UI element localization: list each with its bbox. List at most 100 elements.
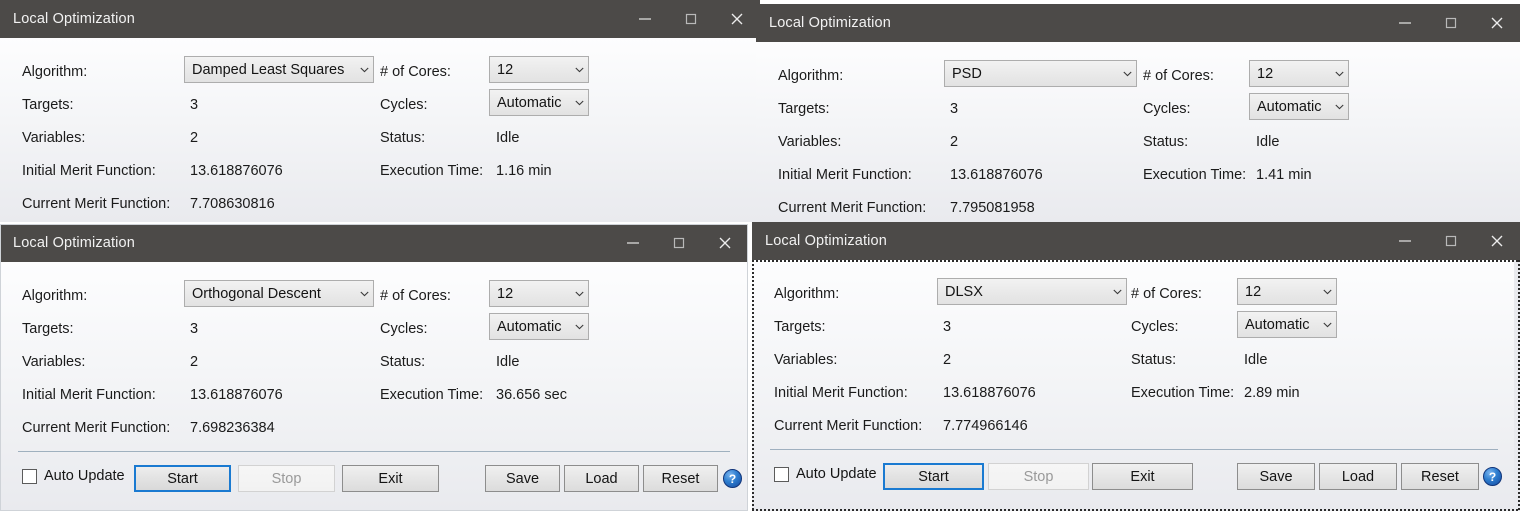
cycles-dropdown[interactable]: Automatic — [1249, 93, 1349, 120]
targets-label: Targets: — [22, 320, 74, 337]
variables-value: 2 — [190, 129, 199, 146]
load-button[interactable]: Load — [1319, 463, 1397, 490]
row-variables: Variables: 2 Status: Idle — [0, 345, 748, 378]
minimize-icon[interactable] — [1382, 4, 1428, 42]
current-merit-label: Current Merit Function: — [22, 419, 171, 436]
execution-time-value: 1.16 min — [496, 162, 552, 179]
execution-time-value: 2.89 min — [1244, 384, 1300, 401]
caption-buttons — [610, 224, 748, 262]
close-icon[interactable] — [1474, 222, 1520, 260]
variables-value: 2 — [950, 133, 959, 150]
row-targets: Targets: 3 Cycles: Automatic — [756, 92, 1520, 125]
row-targets: Targets: 3 Cycles: Automatic — [752, 310, 1520, 343]
initial-merit-value: 13.618876076 — [190, 386, 283, 403]
minimize-icon[interactable] — [1382, 222, 1428, 260]
start-button[interactable]: Start — [883, 463, 984, 490]
help-icon[interactable]: ? — [723, 469, 742, 488]
cores-dropdown[interactable]: 12 — [1249, 60, 1349, 87]
vertical-scrollbar[interactable] — [1514, 260, 1520, 511]
auto-update-checkbox-wrap[interactable]: Auto Update — [22, 468, 125, 484]
window-top-right[interactable]: Local Optimization Algorithm: PSD # of C… — [756, 4, 1520, 222]
reset-button[interactable]: Reset — [1401, 463, 1479, 490]
algorithm-dropdown-value: PSD — [952, 65, 982, 82]
cycles-label: Cycles: — [380, 96, 428, 113]
auto-update-checkbox[interactable] — [774, 466, 789, 482]
stop-button[interactable]: Stop — [988, 463, 1089, 490]
maximize-icon[interactable] — [1428, 222, 1474, 260]
cycles-dropdown[interactable]: Automatic — [489, 89, 589, 116]
footer-bottom-right: Auto Update Start Stop Exit Save Load Re… — [752, 449, 1520, 511]
window-title: Local Optimization — [765, 233, 887, 249]
window-body-bottom-right: Algorithm: DLSX # of Cores: 12 Targets: … — [752, 260, 1520, 511]
titlebar-top-left[interactable]: Local Optimization — [0, 0, 760, 38]
execution-time-value: 1.41 min — [1256, 166, 1312, 183]
status-label: Status: — [1131, 351, 1177, 368]
save-button[interactable]: Save — [485, 465, 560, 492]
maximize-icon[interactable] — [668, 0, 714, 38]
current-merit-value: 7.795081958 — [950, 199, 1035, 216]
initial-merit-label: Initial Merit Function: — [774, 384, 908, 401]
titlebar-bottom-right[interactable]: Local Optimization — [752, 222, 1520, 260]
cores-dropdown[interactable]: 12 — [1237, 278, 1337, 305]
cores-dropdown-value: 12 — [1257, 65, 1274, 82]
auto-update-checkbox-wrap[interactable]: Auto Update — [774, 466, 877, 482]
help-icon[interactable]: ? — [1483, 467, 1502, 486]
row-initial-merit: Initial Merit Function: 13.618876076 Exe… — [0, 378, 748, 411]
cycles-dropdown-value: Automatic — [1257, 98, 1322, 115]
cores-dropdown[interactable]: 12 — [489, 280, 589, 307]
stop-button[interactable]: Stop — [238, 465, 335, 492]
titlebar-top-right[interactable]: Local Optimization — [756, 4, 1520, 42]
caption-buttons — [622, 0, 760, 38]
window-bottom-left[interactable]: Local Optimization Algorithm: Orthogonal… — [0, 224, 748, 511]
optimization-form: Algorithm: Orthogonal Descent # of Cores… — [0, 262, 748, 444]
algorithm-dropdown[interactable]: Orthogonal Descent — [184, 280, 374, 307]
auto-update-checkbox[interactable] — [22, 468, 37, 484]
start-button[interactable]: Start — [134, 465, 231, 492]
cores-dropdown[interactable]: 12 — [489, 56, 589, 83]
exit-button-label: Exit — [1130, 468, 1155, 485]
cores-label: # of Cores: — [380, 63, 451, 80]
maximize-icon[interactable] — [1428, 4, 1474, 42]
load-button[interactable]: Load — [564, 465, 639, 492]
row-algorithm: Algorithm: DLSX # of Cores: 12 — [752, 277, 1520, 310]
cores-dropdown-value: 12 — [1245, 283, 1262, 300]
current-merit-label: Current Merit Function: — [22, 195, 171, 212]
row-variables: Variables: 2 Status: Idle — [752, 343, 1520, 376]
initial-merit-label: Initial Merit Function: — [778, 166, 912, 183]
variables-label: Variables: — [778, 133, 842, 150]
window-top-left[interactable]: Local Optimization Algorithm: Damped Lea… — [0, 0, 760, 222]
window-body-bottom-left: Algorithm: Orthogonal Descent # of Cores… — [0, 262, 748, 511]
help-icon-glyph: ? — [728, 471, 737, 486]
footer-bottom-left: Auto Update Start Stop Exit Save Load Re… — [0, 451, 748, 511]
algorithm-dropdown[interactable]: PSD — [944, 60, 1137, 87]
close-icon[interactable] — [1474, 4, 1520, 42]
save-button[interactable]: Save — [1237, 463, 1315, 490]
exit-button[interactable]: Exit — [342, 465, 439, 492]
execution-time-value: 36.656 sec — [496, 386, 567, 403]
variables-value: 2 — [190, 353, 199, 370]
cycles-dropdown[interactable]: Automatic — [489, 313, 589, 340]
algorithm-label: Algorithm: — [778, 67, 844, 84]
titlebar-bottom-left[interactable]: Local Optimization — [0, 224, 748, 262]
variables-label: Variables: — [22, 129, 86, 146]
algorithm-dropdown[interactable]: Damped Least Squares — [184, 56, 374, 83]
row-variables: Variables: 2 Status: Idle — [0, 121, 760, 154]
help-icon-glyph: ? — [1488, 469, 1497, 484]
chevron-down-icon — [570, 324, 588, 330]
initial-merit-value: 13.618876076 — [190, 162, 283, 179]
initial-merit-label: Initial Merit Function: — [22, 162, 156, 179]
algorithm-dropdown[interactable]: DLSX — [937, 278, 1127, 305]
close-icon[interactable] — [702, 224, 748, 262]
chevron-down-icon — [570, 67, 588, 73]
minimize-icon[interactable] — [622, 0, 668, 38]
stop-button-label: Stop — [271, 470, 302, 487]
maximize-icon[interactable] — [656, 224, 702, 262]
exit-button[interactable]: Exit — [1092, 463, 1193, 490]
cycles-dropdown[interactable]: Automatic — [1237, 311, 1337, 338]
close-icon[interactable] — [714, 0, 760, 38]
window-bottom-right[interactable]: Local Optimization Algorithm: DLSX # of … — [752, 222, 1520, 511]
reset-button[interactable]: Reset — [643, 465, 718, 492]
minimize-icon[interactable] — [610, 224, 656, 262]
status-value: Idle — [496, 129, 520, 146]
status-value: Idle — [1256, 133, 1280, 150]
